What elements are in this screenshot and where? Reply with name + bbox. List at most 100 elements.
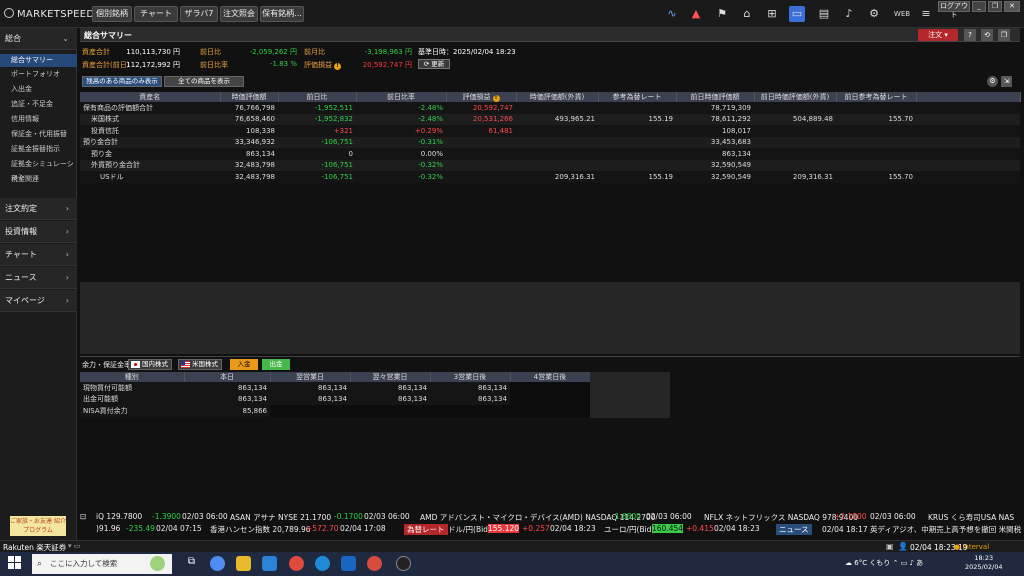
- zaraba-button[interactable]: ザラバ7: [180, 6, 218, 22]
- chart-button[interactable]: チャート: [134, 6, 178, 22]
- col-prev-value-fx[interactable]: 前日時価評価額(外貨): [754, 92, 837, 102]
- withdraw-button[interactable]: 出金: [262, 359, 290, 370]
- file-explorer-icon[interactable]: [236, 556, 251, 571]
- add-window-icon[interactable]: ⊞: [764, 6, 780, 22]
- table-row[interactable]: 保有商品の評価額合計 76,766,798 -1,952,511 -2.48% …: [80, 102, 1020, 114]
- chrome-alt-icon[interactable]: [367, 556, 382, 571]
- windows-start-icon[interactable]: [8, 556, 22, 570]
- status-caret-icon[interactable]: ▾ ▭: [68, 542, 80, 550]
- col-day-change-rate[interactable]: 前日比率: [356, 92, 447, 102]
- alert-flag-icon[interactable]: ⚑: [714, 6, 730, 22]
- sidebar-item-portfolio[interactable]: ポートフォリオ: [0, 68, 77, 81]
- table-row[interactable]: 現物買付可能額 863,134 863,134 863,134 863,134: [80, 382, 590, 394]
- table-row[interactable]: 米国株式 76,658,460 -1,952,832 -2.48% 20,531…: [80, 113, 1020, 125]
- sidebar-item-simulation[interactable]: 証拠金シミュレーション: [0, 158, 77, 181]
- sidebar-item-margin-call[interactable]: 追証・不足金: [0, 98, 77, 111]
- update-button[interactable]: ⟳ 更新: [418, 59, 450, 69]
- domestic-stock-tab[interactable]: 国内株式: [128, 359, 172, 370]
- cell-day-change-rate: 0.00%: [356, 148, 446, 160]
- sidebar-item-summary[interactable]: 総合サマリー: [0, 54, 77, 67]
- cell-day-after-next: [350, 405, 430, 417]
- search-highlight-icon[interactable]: [150, 556, 165, 571]
- deposit-button[interactable]: 入金: [230, 359, 258, 370]
- col-market-value[interactable]: 時価評価額: [220, 92, 279, 102]
- table-row[interactable]: 出金可能額 863,134 863,134 863,134 863,134: [80, 393, 590, 405]
- marketspeed-taskbar-icon[interactable]: [396, 556, 411, 571]
- sidebar-item-deposit[interactable]: 入出金: [0, 83, 77, 96]
- settings-icon[interactable]: ⚙: [987, 76, 998, 87]
- help-icon[interactable]: ?: [964, 29, 976, 41]
- store-icon[interactable]: [262, 556, 277, 571]
- held-only-filter[interactable]: 残高のある商品のみ表示: [82, 76, 162, 87]
- taskbar-clock[interactable]: 18:23 2025/02/04: [965, 554, 1002, 572]
- col-day-after-next: 翌々営業日: [350, 372, 431, 382]
- col-market-value-fx[interactable]: 時価評価額(外貨): [516, 92, 599, 102]
- window-icon[interactable]: ❐: [998, 29, 1010, 41]
- task-view-icon[interactable]: ⧉: [184, 556, 199, 571]
- col-asset-name[interactable]: 資産名: [80, 92, 221, 102]
- stock-detail-button[interactable]: 個別銘柄: [92, 6, 132, 22]
- col-spacer: [916, 92, 1021, 102]
- holdings-button[interactable]: 保有銘柄...: [260, 6, 304, 22]
- stock-ticker[interactable]: ⊡ iQ 129.7800 -1.3900 02/03 06:00 ASAN ア…: [80, 512, 1024, 523]
- web-icon[interactable]: WEB: [892, 6, 912, 22]
- sidebar-item-tax[interactable]: 税金関連: [0, 173, 77, 186]
- sidebar-item-collateral[interactable]: 保証金・代用振替: [0, 128, 77, 141]
- cell-prev-fx-rate: [836, 159, 916, 171]
- col-prev-value[interactable]: 前日時価評価額: [676, 92, 755, 102]
- sidebar-section-chart[interactable]: チャート ›: [0, 244, 77, 266]
- table-row[interactable]: NISA買付余力 85,866: [80, 405, 590, 417]
- order-inquiry-button[interactable]: 注文照会: [220, 6, 258, 22]
- menu-icon[interactable]: ≡: [918, 6, 934, 22]
- col-prev-fx-rate[interactable]: 前日参考為替レート: [836, 92, 917, 102]
- table-row[interactable]: 外貨預り金合計 32,483,798 -106,751 -0.32% 32,59…: [80, 159, 1020, 171]
- close-button[interactable]: ✕: [1004, 1, 1020, 12]
- edge-icon[interactable]: [315, 556, 330, 571]
- copilot-icon[interactable]: [210, 556, 225, 571]
- us-stock-tab[interactable]: 米国株式: [178, 359, 222, 370]
- cell-market-value-fx: [516, 125, 598, 137]
- all-products-filter[interactable]: 全ての商品を表示: [164, 76, 244, 87]
- market-ticker[interactable]: )91.96 -235.49 02/04 07:15 香港ハンセン指数 20,7…: [80, 524, 1024, 535]
- col-fx-rate[interactable]: 参考為替レート: [598, 92, 677, 102]
- col-unrealized-pl[interactable]: 評価損益!: [446, 92, 517, 102]
- sidebar-section-mypage[interactable]: マイページ ›: [0, 290, 77, 312]
- sidebar-item-credit[interactable]: 信用情報: [0, 113, 77, 126]
- cell-prev-value-fx: 209,316.31: [754, 171, 836, 183]
- order-button[interactable]: 注文 ▾: [918, 29, 958, 41]
- chrome-icon[interactable]: [289, 556, 304, 571]
- gear-icon[interactable]: ⚙: [866, 6, 882, 22]
- user-icon[interactable]: ▣: [886, 542, 894, 551]
- table-row[interactable]: 投資信託 108,338 +321 +0.29% 61,481 108,017: [80, 125, 1020, 137]
- home-icon[interactable]: ⌂: [739, 6, 755, 22]
- table-row[interactable]: 預り金合計 33,346,932 -106,751 -0.31% 33,453,…: [80, 136, 1020, 148]
- market-wave-icon[interactable]: ∿: [664, 6, 680, 22]
- outlook-icon[interactable]: [341, 556, 356, 571]
- restore-button[interactable]: ❐: [988, 1, 1002, 12]
- sidebar-item-transfer[interactable]: 証拠金振替指示: [0, 143, 77, 156]
- sidebar-section-orders[interactable]: 注文約定 ›: [0, 198, 77, 220]
- sidebar-section-news[interactable]: ニュース ›: [0, 267, 77, 289]
- minimize-button[interactable]: _: [972, 1, 986, 12]
- sidebar-section-invest-info[interactable]: 投資情報 ›: [0, 221, 77, 243]
- bell-icon[interactable]: ♪: [841, 6, 857, 22]
- sidebar-section-overview[interactable]: 総合 ⌄: [0, 28, 77, 50]
- popout-icon[interactable]: ⟲: [981, 29, 993, 41]
- rank-chart-icon[interactable]: ▲: [688, 6, 704, 22]
- cell-day-after-next: 863,134: [350, 382, 430, 394]
- export-icon[interactable]: ⇲: [1001, 76, 1012, 87]
- logout-button[interactable]: ログアウト: [938, 1, 970, 19]
- interval-indicator[interactable]: ● Interval: [954, 543, 989, 551]
- pl-value: 20,592,747 円: [362, 61, 412, 69]
- cell-unrealized-pl: [446, 159, 516, 171]
- base-datetime: 基準日時：2025/02/04 18:23: [418, 48, 516, 56]
- referral-promo-banner[interactable]: ご家族・お友達 紹介プログラム: [10, 516, 66, 536]
- system-tray[interactable]: ☁ 6°C くもり ⌃ ▭ ♪ あ: [845, 558, 923, 568]
- layout-icon[interactable]: ▭: [789, 6, 805, 22]
- col-day-change[interactable]: 前日比: [278, 92, 357, 102]
- cell-next-day: 863,134: [270, 382, 350, 394]
- table-row[interactable]: USドル 32,483,798 -106,751 -0.32% 209,316.…: [80, 171, 1020, 183]
- table-row[interactable]: 預り金 863,134 0 0.00% 863,134: [80, 148, 1020, 160]
- document-icon[interactable]: ▤: [816, 6, 832, 22]
- table-header-row: 資産名 時価評価額 前日比 前日比率 評価損益! 時価評価額(外貨) 参考為替レ…: [80, 92, 1021, 102]
